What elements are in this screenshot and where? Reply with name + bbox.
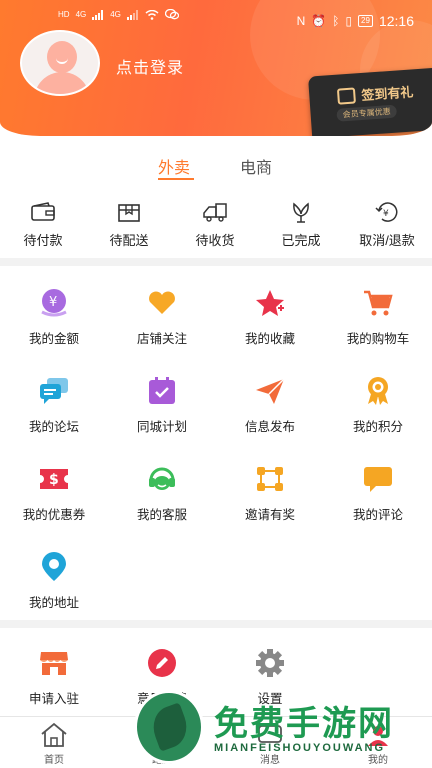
gear-icon	[256, 649, 284, 677]
order-pending-delivery[interactable]: 待配送	[86, 200, 172, 249]
order-label: 待收货	[195, 233, 235, 248]
edit-icon	[148, 649, 176, 677]
service-label: 我的评论	[352, 508, 403, 522]
headset-icon	[149, 467, 175, 490]
tool-apply-settle[interactable]: 申请入驻	[0, 648, 108, 707]
tab-takeout[interactable]: 外卖	[158, 154, 190, 178]
service-my-balance[interactable]: ¥ 我的金额	[0, 288, 108, 347]
order-label: 取消/退款	[359, 233, 415, 248]
service-my-address[interactable]: 我的地址	[0, 552, 108, 611]
comment-icon	[364, 467, 392, 492]
vibrate-icon: ▯	[345, 14, 353, 28]
service-my-cart[interactable]: 我的购物车	[324, 288, 432, 347]
home-icon	[41, 722, 67, 747]
wallet-icon	[31, 202, 55, 221]
service-my-favorites[interactable]: 我的收藏	[216, 288, 324, 347]
signin-label: 签到有礼	[360, 84, 414, 103]
signal-indicator-1: 4G	[75, 10, 87, 19]
service-label: 我的收藏	[244, 332, 295, 346]
package-icon	[118, 204, 140, 222]
location-icon	[42, 552, 66, 581]
service-customer-service[interactable]: 我的客服	[108, 464, 216, 523]
order-cancel-refund[interactable]: ¥ 取消/退款	[344, 200, 430, 249]
signal-icon-2	[126, 9, 138, 20]
alarm-icon: ⏰	[311, 14, 327, 28]
nav-label: 首页	[44, 755, 64, 766]
service-invite-reward[interactable]: 邀请有奖	[216, 464, 324, 523]
service-my-forum[interactable]: 我的论坛	[0, 376, 108, 435]
watermark-title: 免费手游网	[214, 704, 394, 744]
money-icon: ¥	[41, 289, 67, 317]
hd-indicator: HD	[58, 10, 70, 19]
service-my-comments[interactable]: 我的评论	[324, 464, 432, 523]
order-type-tabs: 外卖 电商	[0, 154, 432, 184]
nfc-icon: N	[296, 14, 306, 28]
cart-icon	[364, 290, 393, 316]
tool-label: 申请入驻	[28, 692, 79, 706]
order-label: 待付款	[23, 233, 63, 248]
signin-sub-label: 会员专属优惠	[336, 104, 398, 122]
service-label: 信息发布	[244, 420, 295, 434]
service-my-points[interactable]: 我的积分	[324, 376, 432, 435]
service-my-coupons[interactable]: $ 我的优惠券	[0, 464, 108, 523]
svg-text:$: $	[49, 472, 59, 488]
wifi-icon	[145, 9, 159, 20]
signal-icon	[92, 9, 104, 20]
login-link[interactable]: 点击登录	[116, 54, 184, 78]
medal-icon	[368, 377, 388, 405]
watermark-subtitle: MIANFEISHOUYOUWANG	[214, 742, 386, 754]
service-label: 我的论坛	[28, 420, 79, 434]
gift-icon	[336, 87, 356, 105]
service-store-follow[interactable]: 店铺关注	[108, 288, 216, 347]
battery-icon: 29	[358, 15, 373, 27]
service-label: 我的客服	[136, 508, 187, 522]
order-label: 已完成	[281, 233, 321, 248]
tab-ecommerce[interactable]: 电商	[240, 154, 272, 178]
chat-icon	[164, 9, 179, 20]
service-label: 店铺关注	[136, 332, 187, 346]
service-publish-info[interactable]: 信息发布	[216, 376, 324, 435]
avatar[interactable]	[20, 30, 100, 96]
section-divider	[0, 258, 432, 266]
order-status-row: 待付款 待配送 待收货 已完成 ¥ 取消/退款	[0, 200, 432, 256]
signal-indicator-2: 4G	[110, 10, 121, 19]
svg-text:¥: ¥	[49, 295, 57, 310]
share-icon	[257, 467, 283, 491]
order-pending-receipt[interactable]: 待收货	[172, 200, 258, 249]
service-label: 我的积分	[352, 420, 403, 434]
service-label: 邀请有奖	[244, 508, 295, 522]
flower-icon	[293, 202, 309, 223]
watermark-logo	[134, 690, 204, 764]
section-divider	[0, 620, 432, 628]
order-completed[interactable]: 已完成	[258, 200, 344, 249]
service-label: 我的金额	[28, 332, 79, 346]
service-label: 我的地址	[28, 596, 79, 610]
service-city-plan[interactable]: 同城计划	[108, 376, 216, 435]
watermark: 免费手游网 MIANFEISHOUYOUWANG	[134, 690, 432, 768]
heart-icon	[149, 291, 175, 314]
status-time: 12:16	[378, 13, 414, 29]
profile-header: HD 4G 4G N ⏰ ᛒ ▯ 29 12:16 点击登录 签到有礼 会员专属…	[0, 0, 432, 136]
order-pending-payment[interactable]: 待付款	[0, 200, 86, 249]
forum-icon	[40, 378, 68, 404]
tab-active-indicator	[158, 178, 194, 180]
nav-home[interactable]: 首页	[24, 721, 84, 766]
send-icon	[256, 378, 285, 404]
order-label: 待配送	[109, 233, 149, 248]
service-label: 同城计划	[136, 420, 187, 434]
bluetooth-icon: ᛒ	[332, 14, 340, 28]
truck-icon	[203, 203, 227, 222]
store-icon	[40, 652, 68, 675]
coupon-icon: $	[40, 469, 68, 489]
calendar-icon	[149, 377, 175, 404]
signin-reward-button[interactable]: 签到有礼 会员专属优惠	[307, 67, 432, 136]
service-label: 我的购物车	[346, 332, 410, 346]
refund-icon: ¥	[375, 202, 398, 222]
star-icon	[256, 290, 284, 316]
svg-text:¥: ¥	[383, 209, 389, 219]
service-label: 我的优惠券	[22, 508, 86, 522]
